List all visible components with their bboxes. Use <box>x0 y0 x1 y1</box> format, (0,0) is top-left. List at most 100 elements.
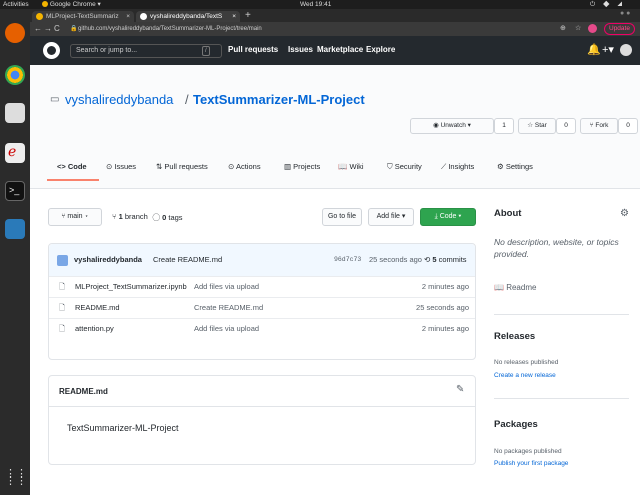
go-to-file-button[interactable]: Go to file <box>322 208 362 226</box>
tab-security[interactable]: ⛉ Security <box>387 162 422 172</box>
file-commit-msg[interactable]: Add files via upload <box>194 319 259 339</box>
browser-tab-2-active[interactable]: vyshalireddybanda/TextS × <box>136 11 240 22</box>
colab-favicon-icon <box>36 13 43 20</box>
files-icon[interactable] <box>5 103 25 123</box>
file-row[interactable]: 🗋 MLProject_TextSummarizer.ipynb Add fil… <box>49 276 475 297</box>
tab-code[interactable]: <> Code <box>57 162 87 172</box>
plus-menu-icon[interactable]: +▾ <box>602 43 614 56</box>
file-row[interactable]: 🗋 attention.py Add files via upload 2 mi… <box>49 318 475 339</box>
firefox-icon[interactable] <box>5 23 25 43</box>
releases-empty: No releases published <box>494 359 559 366</box>
code-button[interactable]: ⤓ Code ▾ <box>420 208 476 226</box>
nav-explore[interactable]: Explore <box>366 45 395 55</box>
nav-pull-requests[interactable]: Pull requests <box>228 45 278 55</box>
branch-selector[interactable]: ⑂ main ▾ <box>48 208 102 226</box>
book-icon: 📖 <box>494 283 507 292</box>
pencil-icon[interactable]: ✎ <box>456 384 464 395</box>
show-apps-icon[interactable]: ⋮⋮ ⋮⋮ <box>5 469 27 491</box>
divider <box>494 314 629 315</box>
url-field[interactable]: 🔒 github.com/vyshalireddybanda/TextSumma… <box>68 24 608 34</box>
forward-icon[interactable]: → <box>44 24 52 33</box>
zoom-icon[interactable]: ⊕ <box>560 24 566 32</box>
star-count[interactable]: 0 <box>556 118 576 134</box>
releases-heading[interactable]: Releases <box>494 331 535 342</box>
readme-title[interactable]: README.md <box>59 387 108 396</box>
chrome-app-menu[interactable]: Google Chrome ▾ <box>42 0 101 9</box>
watch-count[interactable]: 1 <box>494 118 514 134</box>
add-file-button[interactable]: Add file ▾ <box>368 208 414 226</box>
user-avatar[interactable] <box>620 44 632 56</box>
dock: ℯ >_ ⋮⋮ ⋮⋮ <box>0 9 30 495</box>
repo-separator: / <box>185 92 189 107</box>
branches-link[interactable]: ⑂ 1 branch <box>112 212 148 221</box>
reload-icon[interactable]: C <box>54 24 60 33</box>
publish-package-link[interactable]: Publish your first package <box>494 460 568 467</box>
nav-issues[interactable]: Issues <box>288 45 313 55</box>
file-row[interactable]: 🗋 README.md Create README.md 25 seconds … <box>49 297 475 318</box>
clock[interactable]: Wed 19:41 <box>300 0 331 9</box>
file-commit-msg[interactable]: Create README.md <box>194 298 263 318</box>
repo-icon: ▭ <box>50 94 60 105</box>
close-tab-icon[interactable]: × <box>232 11 236 22</box>
lock-icon: 🔒 <box>70 26 78 32</box>
nav-marketplace[interactable]: Marketplace <box>317 45 363 55</box>
tab-actions[interactable]: ⊙ Actions <box>228 162 261 172</box>
tags-link[interactable]: ⃝ 0 tags <box>160 212 182 223</box>
commit-sha[interactable]: 96d7c73 <box>334 256 361 263</box>
github-header: Search or jump to... / Pull requests Iss… <box>30 36 640 65</box>
file-name[interactable]: README.md <box>75 298 120 318</box>
activities-button[interactable]: Activities <box>3 0 29 9</box>
file-list-box: vyshalireddybanda Create README.md 96d7c… <box>48 243 476 360</box>
fork-count[interactable]: 0 <box>618 118 638 134</box>
commit-message[interactable]: Create README.md <box>153 255 222 264</box>
unwatch-button[interactable]: ◉ Unwatch ▾ <box>410 118 494 134</box>
system-tray-icons[interactable]: ⏻ ◆ ◢ <box>590 0 625 9</box>
update-button[interactable]: Update <box>604 23 635 35</box>
github-favicon-icon <box>140 13 147 20</box>
new-tab-icon[interactable]: + <box>245 10 251 21</box>
packages-heading[interactable]: Packages <box>494 419 538 430</box>
shield-icon: ⛉ <box>387 162 395 171</box>
bookmark-star-icon[interactable]: ☆ <box>575 24 581 32</box>
fork-button[interactable]: ⑂ Fork <box>580 118 618 134</box>
system-top-bar: Activities Google Chrome ▾ Wed 19:41 ⏻ ◆… <box>0 0 640 9</box>
browser-tab-1[interactable]: MLProject-TextSummariz × <box>32 11 134 22</box>
commits-link[interactable]: ⟲ 5 commits <box>424 255 467 264</box>
readme-box: README.md ✎ TextSummarizer-ML-Project <box>48 375 476 465</box>
star-icon: ☆ <box>527 122 535 129</box>
file-name[interactable]: MLProject_TextSummarizer.ipynb <box>75 277 187 297</box>
window-controls[interactable]: ● ● <box>620 10 630 17</box>
tab-projects[interactable]: ▥ Projects <box>284 162 320 172</box>
close-tab-icon[interactable]: × <box>126 11 130 22</box>
chrome-dock-icon[interactable] <box>5 65 25 85</box>
readme-content: TextSummarizer-ML-Project <box>67 423 179 433</box>
repo-owner-link[interactable]: vyshalireddybanda <box>65 92 173 107</box>
tab-insights[interactable]: ⟋ Insights <box>441 162 474 172</box>
gear-icon[interactable]: ⚙ <box>620 208 629 219</box>
file-commit-msg[interactable]: Add files via upload <box>194 277 259 297</box>
file-icon: 🗋 <box>59 282 66 291</box>
readme-link[interactable]: 📖 Readme <box>494 283 536 292</box>
create-release-link[interactable]: Create a new release <box>494 372 556 379</box>
repo-name-link[interactable]: TextSummarizer-ML-Project <box>193 92 365 107</box>
tab-issues[interactable]: ⊙ Issues <box>106 162 136 172</box>
author-avatar[interactable] <box>57 255 68 266</box>
latest-commit-row: vyshalireddybanda Create README.md 96d7c… <box>49 244 475 276</box>
star-button[interactable]: ☆ Star <box>518 118 556 134</box>
github-logo-icon[interactable] <box>43 42 60 59</box>
tab-wiki[interactable]: 📖 Wiki <box>338 162 364 172</box>
tab-pull-requests[interactable]: ⇅ Pull requests <box>156 162 208 172</box>
bell-icon[interactable]: 🔔 <box>587 43 601 56</box>
profile-avatar[interactable] <box>588 24 597 33</box>
file-name[interactable]: attention.py <box>75 319 114 339</box>
tab-settings[interactable]: ⚙ Settings <box>497 162 533 172</box>
editor-icon[interactable]: ℯ <box>5 143 25 163</box>
code-icon: <> <box>57 162 68 171</box>
search-input[interactable]: Search or jump to... <box>70 44 222 58</box>
terminal-icon[interactable]: >_ <box>5 181 25 201</box>
play-icon: ⊙ <box>228 162 236 171</box>
text-editor-icon[interactable] <box>5 219 25 239</box>
back-icon[interactable]: ← <box>34 24 42 33</box>
commit-author[interactable]: vyshalireddybanda <box>74 255 142 264</box>
repo-header: ▭ vyshalireddybanda / TextSummarizer-ML-… <box>30 65 640 189</box>
